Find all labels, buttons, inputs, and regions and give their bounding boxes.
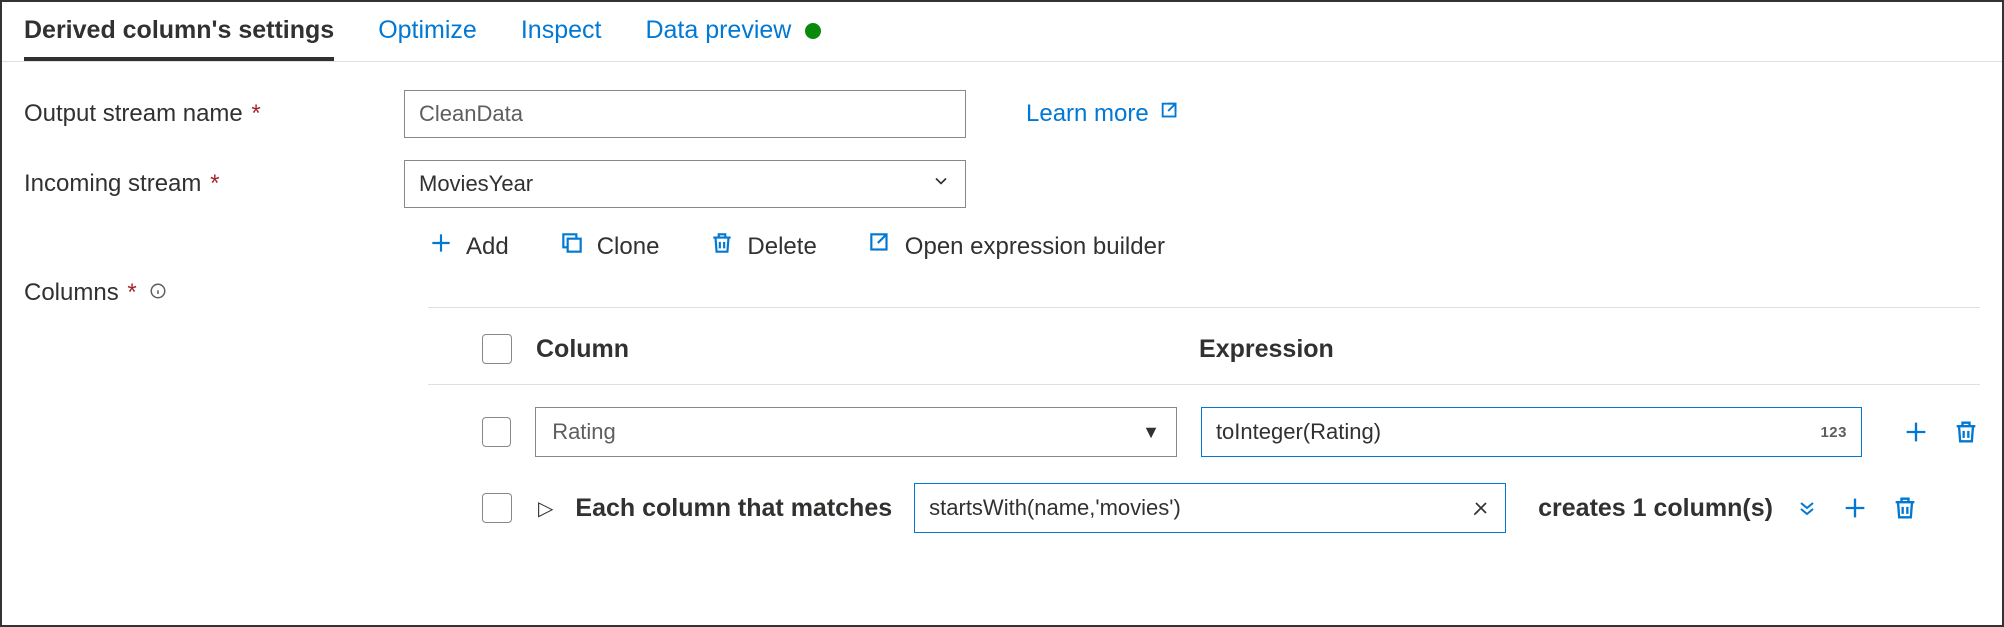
tab-bar: Derived column's settings Optimize Inspe… bbox=[2, 2, 2002, 62]
expression-value: toInteger(Rating) bbox=[1216, 419, 1381, 445]
delete-button[interactable]: Delete bbox=[709, 230, 816, 263]
pattern-suffix-label: creates 1 column(s) bbox=[1538, 494, 1773, 523]
column-name-value: Rating bbox=[552, 419, 616, 445]
column-header-label: Column bbox=[536, 335, 629, 364]
plus-icon bbox=[428, 230, 454, 263]
select-all-checkbox[interactable] bbox=[482, 334, 512, 364]
incoming-stream-label: Incoming stream * bbox=[24, 170, 404, 198]
pattern-expression-input[interactable]: startsWith(name,'movies') bbox=[914, 483, 1506, 533]
pattern-expression-value: startsWith(name,'movies') bbox=[929, 495, 1181, 521]
row-checkbox[interactable] bbox=[482, 493, 512, 523]
output-stream-label: Output stream name * bbox=[24, 100, 404, 128]
learn-more-text: Learn more bbox=[1026, 100, 1149, 128]
tab-optimize[interactable]: Optimize bbox=[378, 16, 477, 61]
required-star-icon: * bbox=[121, 279, 137, 306]
output-stream-input[interactable] bbox=[404, 90, 966, 138]
add-button[interactable]: Add bbox=[428, 230, 509, 263]
clone-button[interactable]: Clone bbox=[559, 230, 660, 263]
incoming-stream-select[interactable]: MoviesYear bbox=[404, 160, 966, 208]
required-star-icon: * bbox=[245, 100, 261, 127]
external-link-icon bbox=[867, 230, 893, 263]
trash-icon bbox=[709, 230, 735, 263]
tab-data-preview-label: Data preview bbox=[645, 16, 791, 45]
caret-down-icon: ▼ bbox=[1142, 422, 1160, 443]
tab-data-preview[interactable]: Data preview bbox=[645, 16, 821, 61]
tab-settings[interactable]: Derived column's settings bbox=[24, 16, 334, 61]
open-builder-label: Open expression builder bbox=[905, 233, 1165, 261]
delete-label: Delete bbox=[747, 233, 816, 261]
preview-status-dot-icon bbox=[805, 23, 821, 39]
delete-row-button[interactable] bbox=[1952, 418, 1980, 446]
open-expression-builder-button[interactable]: Open expression builder bbox=[867, 230, 1165, 263]
columns-toolbar: Add Clone Delete Open expression builder bbox=[428, 230, 1980, 263]
row-checkbox[interactable] bbox=[482, 417, 511, 447]
tab-inspect[interactable]: Inspect bbox=[521, 16, 602, 61]
table-row: Rating ▼ toInteger(Rating) 123 bbox=[428, 385, 1980, 457]
column-name-select[interactable]: Rating ▼ bbox=[535, 407, 1177, 457]
pattern-prefix-label: Each column that matches bbox=[575, 494, 892, 523]
chevron-double-down-icon[interactable] bbox=[1795, 496, 1819, 520]
chevron-down-icon bbox=[931, 171, 951, 197]
delete-row-button[interactable] bbox=[1891, 494, 1919, 522]
expression-input[interactable]: toInteger(Rating) 123 bbox=[1201, 407, 1862, 457]
incoming-stream-value: MoviesYear bbox=[419, 171, 533, 197]
expand-caret-icon[interactable]: ▷ bbox=[538, 496, 553, 521]
external-link-icon bbox=[1159, 100, 1181, 129]
pattern-row: ▷ Each column that matches startsWith(na… bbox=[428, 457, 1980, 533]
expression-header-label: Expression bbox=[1199, 335, 1334, 364]
add-row-button[interactable] bbox=[1841, 494, 1869, 522]
add-row-button[interactable] bbox=[1902, 418, 1930, 446]
info-icon[interactable] bbox=[149, 282, 167, 300]
add-label: Add bbox=[466, 233, 509, 261]
clone-label: Clone bbox=[597, 233, 660, 261]
type-badge: 123 bbox=[1820, 424, 1847, 441]
columns-table-header: Column Expression bbox=[428, 334, 1980, 385]
columns-label: Columns * bbox=[24, 275, 404, 307]
copy-icon bbox=[559, 230, 585, 263]
required-star-icon: * bbox=[203, 170, 219, 197]
clear-icon[interactable] bbox=[1471, 498, 1491, 518]
learn-more-link[interactable]: Learn more bbox=[1026, 100, 1181, 129]
